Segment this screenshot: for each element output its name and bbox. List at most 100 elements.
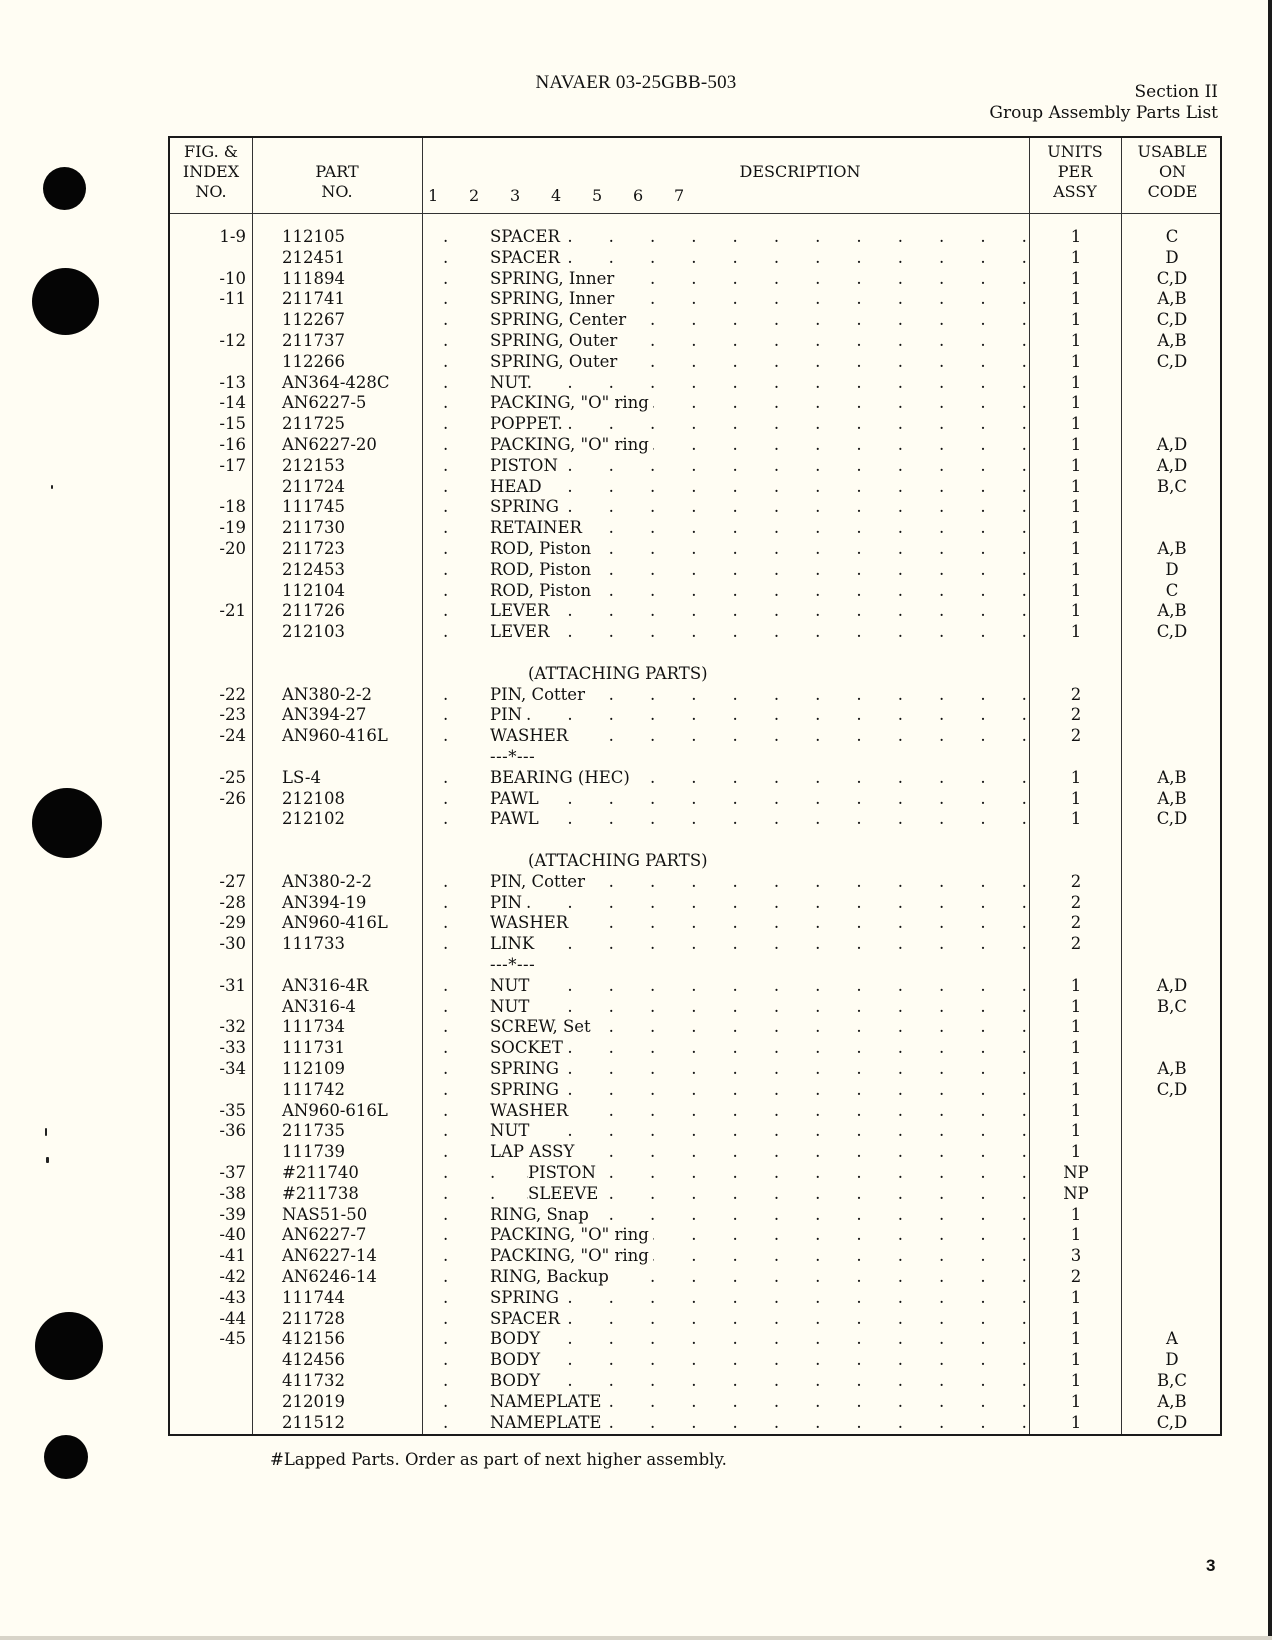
indent-dot: . [443, 934, 449, 954]
indent-dot: . [443, 1287, 449, 1307]
usable-on-code: A,B [1157, 788, 1187, 808]
page-edge [0, 1636, 1272, 1640]
index-number: -36 [219, 1121, 246, 1141]
indent-dot: . [443, 1225, 449, 1245]
table-row: -32111734...............SCREW, Set1 [168, 1016, 1222, 1038]
indent-dot: . [443, 351, 449, 371]
table-row: -43111744...............SPRING1 [168, 1286, 1222, 1308]
table-row: 111739...............LAP ASSY1 [168, 1141, 1222, 1163]
index-number: -23 [219, 705, 246, 725]
table-row: 212102...............PAWL1C,D [168, 808, 1222, 830]
dot-leader: .............. [526, 892, 1027, 912]
index-number: -34 [219, 1059, 246, 1078]
indent-dot: . [443, 684, 449, 704]
indent-level-numbers: 1234567 [428, 186, 685, 205]
indent-dot: . [443, 767, 449, 787]
part-number: AN6227-5 [282, 393, 367, 413]
part-number: 112267 [282, 310, 345, 330]
indent-dot: . [443, 414, 449, 434]
index-number: -21 [219, 601, 246, 621]
dot-leader: .............. [526, 1079, 1027, 1099]
heading-text: (ATTACHING PARTS) [528, 663, 708, 683]
description: SPACER [490, 246, 564, 268]
usable-on-code: A,B [1157, 539, 1187, 558]
table-row: -39NAS51-50...............RING, Snap1 [168, 1203, 1222, 1225]
part-number: AN6246-14 [282, 1267, 377, 1286]
part-number: 211724 [282, 476, 345, 496]
table-row: 1-9112105...............SPACER1C [168, 226, 1222, 247]
usable-on-code: C,D [1156, 268, 1188, 288]
description: LINK [490, 933, 539, 955]
part-number: #211738 [282, 1183, 359, 1203]
indent-dot: . [443, 1059, 449, 1078]
description: PACKING, "O" ring [490, 1224, 653, 1246]
description: BODY [490, 1349, 545, 1371]
indent-dot: . [443, 788, 449, 808]
dot-leader: .............. [526, 622, 1027, 642]
description: SPRING, Outer [490, 330, 622, 351]
binder-hole [32, 788, 102, 858]
usable-on-code: D [1165, 247, 1179, 267]
table-row: -20211723...............ROD, Piston1A,B [168, 538, 1222, 559]
table-row: -18111745...............SPRING1 [168, 496, 1222, 518]
table-row: 211724...............HEAD1B,C [168, 475, 1222, 497]
part-number: 111734 [282, 1017, 345, 1037]
indent-dot: . [443, 1350, 449, 1370]
part-number: 212019 [282, 1391, 345, 1411]
dot-leader: .............. [526, 996, 1027, 1016]
table-row: 211512...............NAMEPLATE1C,D [168, 1411, 1222, 1433]
indent-dot: . [443, 331, 449, 350]
description: PIN [490, 891, 527, 913]
indent-dot: . [443, 1163, 449, 1182]
description: NUT [490, 974, 534, 996]
part-number: AN380-2-2 [282, 684, 372, 704]
index-number: -14 [219, 393, 246, 413]
table-row: 412456...............BODY1D [168, 1349, 1222, 1371]
indent-dot: . [443, 1079, 449, 1099]
description: SOCKET [490, 1037, 567, 1059]
part-number: 211726 [282, 601, 345, 621]
part-number: 112104 [282, 580, 345, 600]
part-number: AN6227-14 [282, 1246, 377, 1266]
part-number: LS-4 [282, 767, 321, 787]
index-number: -10 [219, 268, 246, 288]
indent-dot: . [443, 476, 449, 496]
description: SLEEVE [528, 1182, 603, 1204]
indent-dot: . [443, 289, 449, 309]
index-number: -29 [219, 913, 246, 933]
index-number: -13 [219, 372, 246, 392]
table-row: -27AN380-2-2...............PIN, Cotter2 [168, 870, 1222, 892]
index-number: -18 [219, 497, 246, 517]
table-row: -21211726...............LEVER1A,B [168, 600, 1222, 622]
part-number: 112109 [282, 1059, 345, 1078]
index-number: -12 [219, 331, 246, 350]
binder-hole [44, 1435, 88, 1479]
index-number: -41 [219, 1246, 246, 1266]
table-row: -33111731...............SOCKET1 [168, 1037, 1222, 1059]
attaching-parts-heading: (ATTACHING PARTS) [168, 850, 1222, 871]
usable-on-code: B,C [1157, 476, 1187, 496]
description: SPACER [490, 1307, 564, 1329]
header-usable-code: USABLE ON CODE [1137, 142, 1208, 201]
table-row: -38#211738................SLEEVENP [168, 1182, 1222, 1204]
usable-on-code: D [1165, 1350, 1179, 1370]
index-number: -44 [219, 1308, 246, 1328]
description: PACKING, "O" ring [490, 434, 653, 455]
table-row: -19211730...............RETAINER1 [168, 517, 1222, 539]
binder-hole [32, 268, 99, 335]
header-description: DESCRIPTION [739, 162, 861, 181]
index-number: -28 [219, 892, 246, 912]
part-number: 211735 [282, 1121, 345, 1141]
table-row: -26212108...............PAWL1A,B [168, 787, 1222, 809]
table-row: -36211735...............NUT1 [168, 1120, 1222, 1142]
page-number: 3 [1206, 1556, 1216, 1575]
usable-on-code: A,D [1156, 455, 1188, 475]
group-separator: ---*--- [168, 746, 1222, 767]
usable-on-code: A,B [1157, 331, 1187, 350]
description: SPRING [490, 1058, 563, 1079]
description: WASHER [490, 1099, 573, 1121]
table-row: -31AN316-4R...............NUT1A,D [168, 974, 1222, 996]
index-number: -15 [219, 414, 246, 434]
indent-dot: . [443, 1204, 449, 1224]
table-row: -42AN6246-14...............RING, Backup2 [168, 1266, 1222, 1287]
